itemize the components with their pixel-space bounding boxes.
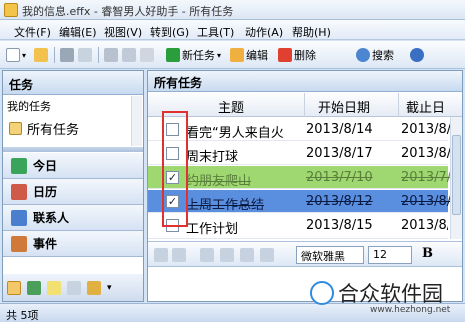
search-icon — [356, 48, 370, 62]
menu-edit[interactable]: 编辑(E) — [59, 24, 97, 40]
watermark: 合众软件园 www.hezhong.net — [310, 278, 460, 318]
today-icon — [11, 157, 27, 174]
tasks-icon[interactable] — [7, 280, 21, 295]
delete-x-icon — [278, 48, 292, 62]
more-chevron-icon[interactable]: ▾ — [107, 283, 112, 293]
table-row[interactable]: 看完“男人来自火 2013/8/14 2013/8/ — [148, 118, 451, 141]
task-list-icon — [9, 121, 22, 135]
copy-button[interactable] — [220, 246, 234, 264]
copy-button[interactable] — [122, 46, 136, 64]
editor-toolbar: 微软雅黑 12 B — [148, 241, 462, 267]
nav-today[interactable]: 今日 — [3, 153, 143, 179]
toolbar: ▾ 新任务 ▾ 编辑 删除 搜索 — [0, 41, 465, 69]
paste-icon — [240, 248, 254, 262]
memo-icon[interactable] — [47, 280, 61, 295]
menu-view[interactable]: 视图(V) — [104, 24, 142, 40]
watermark-name: 合众软件园 — [338, 282, 443, 306]
new-file-button[interactable]: ▾ — [6, 46, 26, 64]
copy-icon — [122, 48, 136, 62]
table-row[interactable]: ✓ 上周工作总结 2013/8/12 2013/8/ — [148, 190, 451, 213]
task-tree: 我的任务 所有任务 — [3, 96, 143, 146]
redo-button[interactable] — [172, 246, 186, 264]
new-task-button[interactable]: 新任务 ▾ — [166, 46, 221, 64]
left-pane-header: 任务 — [3, 71, 143, 95]
help-icon — [410, 48, 424, 62]
grid-scrollbar[interactable] — [450, 117, 462, 239]
toolbar-separator — [98, 47, 99, 63]
highlight-box — [162, 111, 188, 227]
app-icon — [4, 3, 18, 17]
preview-button[interactable] — [78, 46, 92, 64]
events-icon — [11, 235, 27, 252]
undo-button[interactable] — [154, 246, 168, 264]
cut-button[interactable] — [104, 46, 118, 64]
print-button[interactable] — [60, 46, 74, 64]
delete-button[interactable] — [260, 246, 274, 264]
cut-button[interactable] — [200, 246, 214, 264]
watermark-logo-icon — [310, 281, 334, 305]
menu-file[interactable]: 文件(F) — [14, 24, 51, 40]
new-file-icon — [6, 48, 20, 62]
calendar-icon — [11, 183, 27, 200]
pencil-icon — [230, 48, 244, 62]
menu-tools[interactable]: 工具(T) — [197, 24, 234, 40]
nav-shortcuts: ▾ — [3, 274, 143, 301]
nav-calendar[interactable]: 日历 — [3, 179, 143, 205]
nav-contacts[interactable]: 联系人 — [3, 205, 143, 231]
menu-action[interactable]: 动作(A) — [245, 24, 283, 40]
menu-help[interactable]: 帮助(H) — [292, 24, 331, 40]
pane-splitter[interactable] — [3, 147, 143, 152]
paste-icon — [140, 48, 154, 62]
paste-button[interactable] — [240, 246, 254, 264]
document-icon[interactable] — [67, 280, 81, 295]
column-separator[interactable] — [304, 93, 305, 117]
font-size-select[interactable]: 12 — [368, 246, 412, 264]
right-pane-header: 所有任务 — [148, 71, 462, 92]
print-icon — [60, 48, 74, 62]
table-row[interactable]: ✓ 约朋友爬山 2013/7/10 2013/7/ — [148, 166, 451, 189]
tree-scrollbar[interactable] — [131, 96, 142, 146]
nav-events[interactable]: 事件 — [3, 231, 143, 257]
title-bar: 我的信息.effx - 睿智男人好助手 - 所有任务 — [0, 0, 465, 20]
paste-button[interactable] — [140, 46, 154, 64]
folder-icon — [34, 48, 48, 62]
key-icon[interactable] — [87, 280, 101, 295]
redo-icon — [172, 248, 186, 262]
left-pane: 任务 我的任务 所有任务 今日 日历 联系人 事件 ▾ — [2, 70, 144, 302]
copy-icon — [220, 248, 234, 262]
scissors-icon — [104, 48, 118, 62]
grid-header: 主题 开始日期 截止日 — [148, 93, 462, 117]
preview-icon — [78, 48, 92, 62]
delete-x-icon — [260, 248, 274, 262]
right-pane: 所有任务 主题 开始日期 截止日 看完“男人来自火 2013/8/14 2013… — [147, 70, 463, 302]
table-row[interactable]: 工作计划 2013/8/15 2013/8/ — [148, 214, 448, 239]
font-family-select[interactable]: 微软雅黑 — [296, 246, 364, 264]
column-start-date[interactable]: 开始日期 — [318, 97, 370, 116]
delete-button[interactable]: 删除 — [278, 46, 316, 64]
plus-icon — [166, 48, 180, 62]
table-row[interactable]: 周末打球 2013/8/17 2013/8/ — [148, 142, 451, 165]
status-text: 共 5项 — [6, 309, 39, 322]
column-title[interactable]: 主题 — [218, 97, 244, 116]
column-due-date[interactable]: 截止日 — [406, 97, 445, 116]
edit-button[interactable]: 编辑 — [230, 46, 268, 64]
toolbar-separator — [54, 47, 55, 63]
notes-icon[interactable] — [27, 280, 41, 295]
menu-bar: 文件(F) 编辑(E) 视图(V) 转到(G) 工具(T) 动作(A) 帮助(H… — [0, 20, 465, 40]
scissors-icon — [200, 248, 214, 262]
help-button[interactable] — [410, 46, 424, 64]
column-separator[interactable] — [398, 93, 399, 117]
watermark-url: www.hezhong.net — [370, 305, 451, 315]
undo-icon — [154, 248, 168, 262]
scrollbar-thumb[interactable] — [452, 135, 461, 215]
tree-item-all-tasks[interactable]: 所有任务 — [9, 118, 129, 138]
open-button[interactable] — [34, 46, 48, 64]
tree-root-my-tasks[interactable]: 我的任务 — [7, 98, 51, 114]
menu-goto[interactable]: 转到(G) — [150, 24, 189, 40]
bold-button[interactable]: B — [422, 246, 438, 264]
window-title: 我的信息.effx - 睿智男人好助手 - 所有任务 — [22, 5, 234, 18]
search-button[interactable]: 搜索 — [356, 46, 394, 64]
contacts-icon — [11, 209, 27, 226]
